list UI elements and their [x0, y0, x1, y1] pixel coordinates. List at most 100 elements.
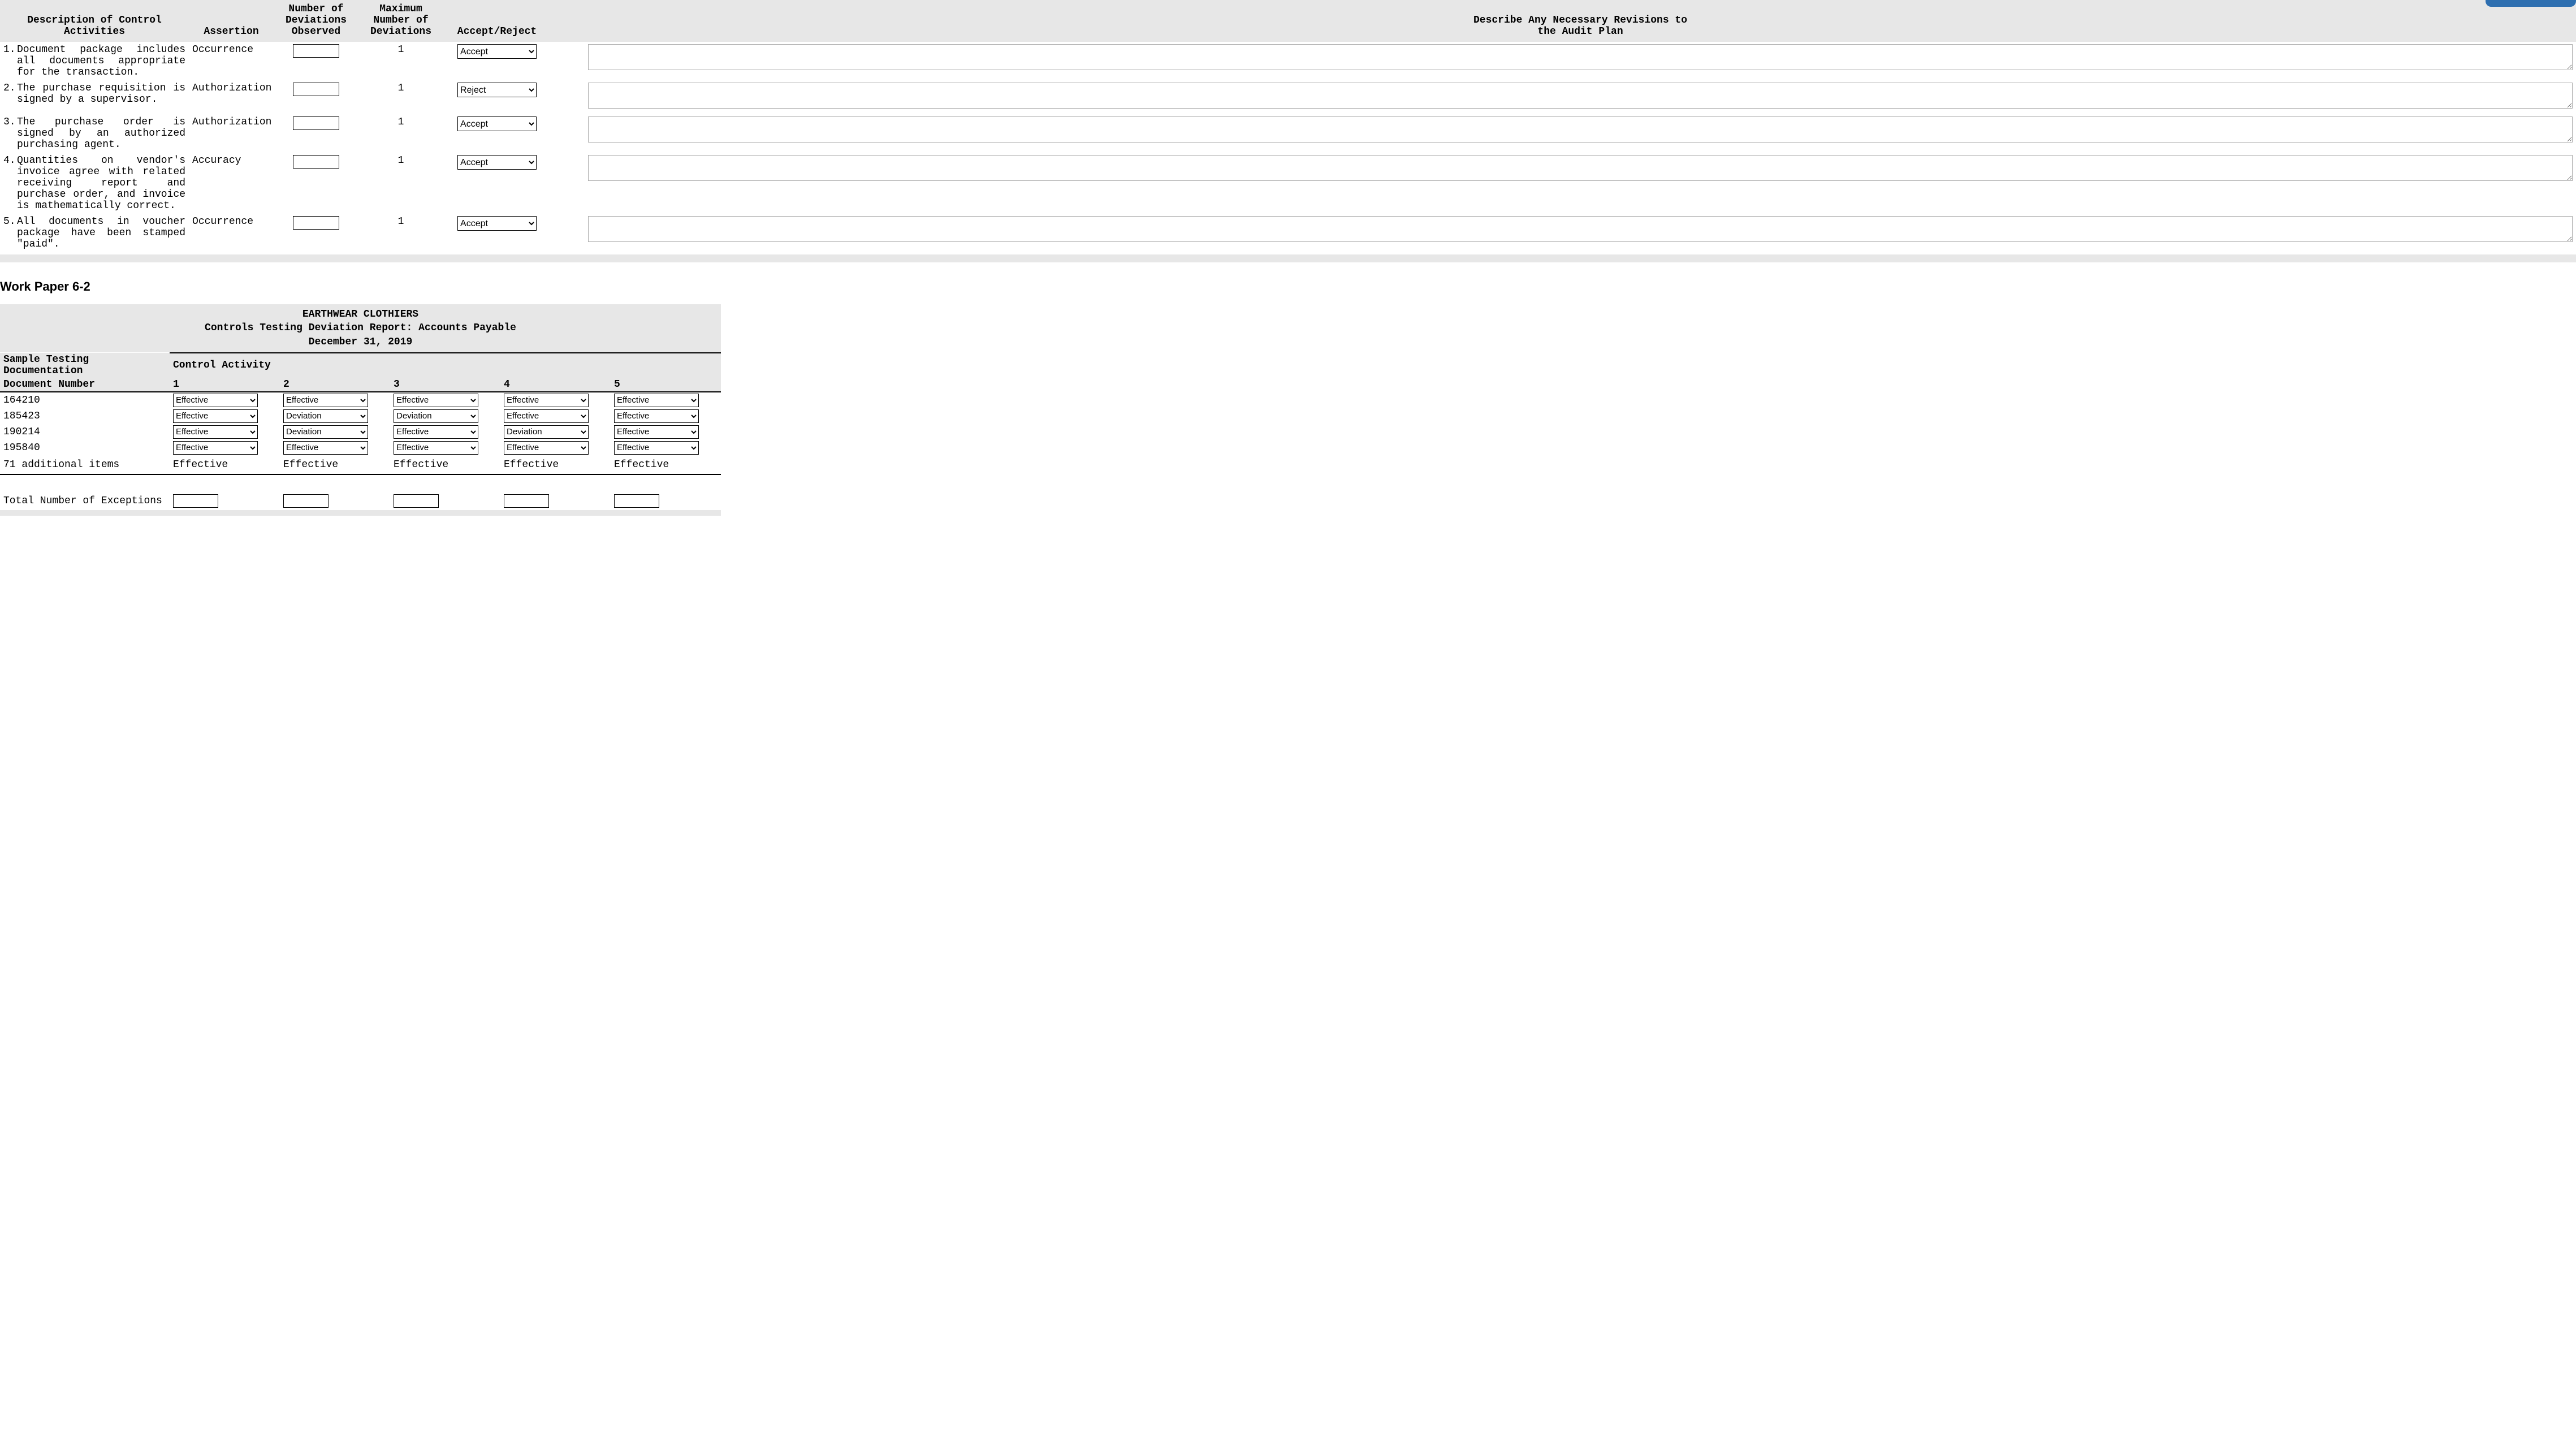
exceptions-input[interactable]: [394, 494, 439, 508]
additional-effectiveness: Effective: [611, 456, 721, 474]
exceptions-input[interactable]: [283, 494, 329, 508]
effectiveness-select[interactable]: EffectiveDeviation: [504, 409, 589, 423]
effectiveness-cell: EffectiveDeviation: [170, 392, 280, 408]
row-number: 5.: [0, 214, 14, 252]
effectiveness-select[interactable]: EffectiveDeviation: [614, 425, 699, 439]
deviations-observed-input[interactable]: [293, 216, 339, 230]
revisions-cell: [585, 153, 2576, 214]
effectiveness-cell: EffectiveDeviation: [280, 408, 390, 424]
effectiveness-cell: EffectiveDeviation: [611, 408, 721, 424]
row-number: 3.: [0, 114, 14, 153]
revisions-textarea[interactable]: [588, 155, 2573, 181]
col-head-3: 3: [390, 378, 500, 392]
revisions-textarea[interactable]: [588, 216, 2573, 242]
sample-testing-heading: Sample Testing Documentation: [0, 353, 170, 378]
effectiveness-select[interactable]: EffectiveDeviation: [504, 394, 589, 407]
control-row: 1.Document package includes all document…: [0, 42, 2576, 80]
document-number: 195840: [0, 440, 170, 456]
additional-effectiveness: Effective: [390, 456, 500, 474]
max-deviations-cell: 1: [358, 114, 443, 153]
deviations-observed-input[interactable]: [293, 44, 339, 58]
effectiveness-select[interactable]: EffectiveDeviation: [614, 409, 699, 423]
revisions-cell: [585, 42, 2576, 80]
effectiveness-select[interactable]: EffectiveDeviation: [614, 394, 699, 407]
effectiveness-select[interactable]: EffectiveDeviation: [283, 425, 368, 439]
assertion-cell: Occurrence: [189, 42, 274, 80]
revisions-cell: [585, 214, 2576, 252]
effectiveness-select[interactable]: EffectiveDeviation: [394, 409, 478, 423]
accept-reject-select[interactable]: AcceptReject: [457, 83, 537, 97]
control-row: 2.The purchase requisition is signed by …: [0, 80, 2576, 114]
effectiveness-select[interactable]: EffectiveDeviation: [173, 409, 258, 423]
row-number: 1.: [0, 42, 14, 80]
control-description: Quantities on vendor's invoice agree wit…: [14, 153, 189, 214]
divider-strip-2: [0, 510, 721, 516]
accept-reject-select[interactable]: AcceptReject: [457, 216, 537, 231]
effectiveness-select[interactable]: EffectiveDeviation: [614, 441, 699, 455]
control-row: 3.The purchase order is signed by an aut…: [0, 114, 2576, 153]
deviation-report-section: EARTHWEAR CLOTHIERS Controls Testing Dev…: [0, 304, 721, 516]
accept-reject-select[interactable]: AcceptReject: [457, 116, 537, 131]
effectiveness-select[interactable]: EffectiveDeviation: [394, 425, 478, 439]
effectiveness-select[interactable]: EffectiveDeviation: [173, 425, 258, 439]
exceptions-cell: [500, 474, 611, 510]
totals-label: Total Number of Exceptions: [0, 474, 170, 510]
exceptions-cell: [280, 474, 390, 510]
effectiveness-select[interactable]: EffectiveDeviation: [173, 441, 258, 455]
effectiveness-cell: EffectiveDeviation: [170, 440, 280, 456]
effectiveness-cell: EffectiveDeviation: [390, 392, 500, 408]
effectiveness-cell: EffectiveDeviation: [170, 424, 280, 440]
spacer-cell: [551, 80, 585, 114]
exceptions-input[interactable]: [173, 494, 218, 508]
revisions-textarea[interactable]: [588, 116, 2573, 143]
effectiveness-select[interactable]: EffectiveDeviation: [283, 394, 368, 407]
effectiveness-cell: EffectiveDeviation: [500, 440, 611, 456]
accept-reject-select[interactable]: AcceptReject: [457, 44, 537, 59]
deviations-observed-cell: [274, 114, 358, 153]
deviations-observed-input[interactable]: [293, 83, 339, 96]
exceptions-cell: [170, 474, 280, 510]
max-deviations-cell: 1: [358, 42, 443, 80]
exceptions-input[interactable]: [614, 494, 659, 508]
sample-testing-table: Sample Testing Documentation Control Act…: [0, 352, 721, 510]
effectiveness-select[interactable]: EffectiveDeviation: [173, 394, 258, 407]
assertion-cell: Authorization: [189, 114, 274, 153]
revisions-cell: [585, 114, 2576, 153]
deviations-observed-input[interactable]: [293, 116, 339, 130]
effectiveness-cell: EffectiveDeviation: [500, 424, 611, 440]
header-num-deviations: Number ofDeviationsObserved: [274, 0, 358, 42]
deviations-observed-input[interactable]: [293, 155, 339, 169]
revisions-textarea[interactable]: [588, 44, 2573, 70]
effectiveness-select[interactable]: EffectiveDeviation: [283, 409, 368, 423]
revisions-textarea[interactable]: [588, 83, 2573, 109]
max-deviations-cell: 1: [358, 214, 443, 252]
effectiveness-select[interactable]: EffectiveDeviation: [394, 394, 478, 407]
control-row: 5.All documents in voucher package have …: [0, 214, 2576, 252]
control-activities-section: Description of ControlActivities Asserti…: [0, 0, 2576, 262]
additional-effectiveness: Effective: [500, 456, 611, 474]
spacer-cell: [551, 153, 585, 214]
report-date: December 31, 2019: [0, 335, 721, 349]
exceptions-cell: [390, 474, 500, 510]
effectiveness-cell: EffectiveDeviation: [611, 424, 721, 440]
effectiveness-cell: EffectiveDeviation: [390, 408, 500, 424]
effectiveness-cell: EffectiveDeviation: [280, 424, 390, 440]
document-number: 164210: [0, 392, 170, 408]
effectiveness-cell: EffectiveDeviation: [390, 440, 500, 456]
control-row: 4.Quantities on vendor's invoice agree w…: [0, 153, 2576, 214]
report-title: Controls Testing Deviation Report: Accou…: [0, 321, 721, 335]
effectiveness-select[interactable]: EffectiveDeviation: [283, 441, 368, 455]
effectiveness-select[interactable]: EffectiveDeviation: [394, 441, 478, 455]
company-name: EARTHWEAR CLOTHIERS: [0, 308, 721, 321]
effectiveness-select[interactable]: EffectiveDeviation: [504, 441, 589, 455]
effectiveness-select[interactable]: EffectiveDeviation: [504, 425, 589, 439]
control-description: All documents in voucher package have be…: [14, 214, 189, 252]
exceptions-input[interactable]: [504, 494, 549, 508]
totals-row: Total Number of Exceptions: [0, 474, 721, 510]
control-activities-table: Description of ControlActivities Asserti…: [0, 0, 2576, 252]
accept-reject-select[interactable]: AcceptReject: [457, 155, 537, 170]
divider-strip: [0, 254, 2576, 262]
effectiveness-cell: EffectiveDeviation: [611, 440, 721, 456]
corner-accent: [2486, 0, 2576, 7]
additional-items-label: 71 additional items: [0, 456, 170, 474]
